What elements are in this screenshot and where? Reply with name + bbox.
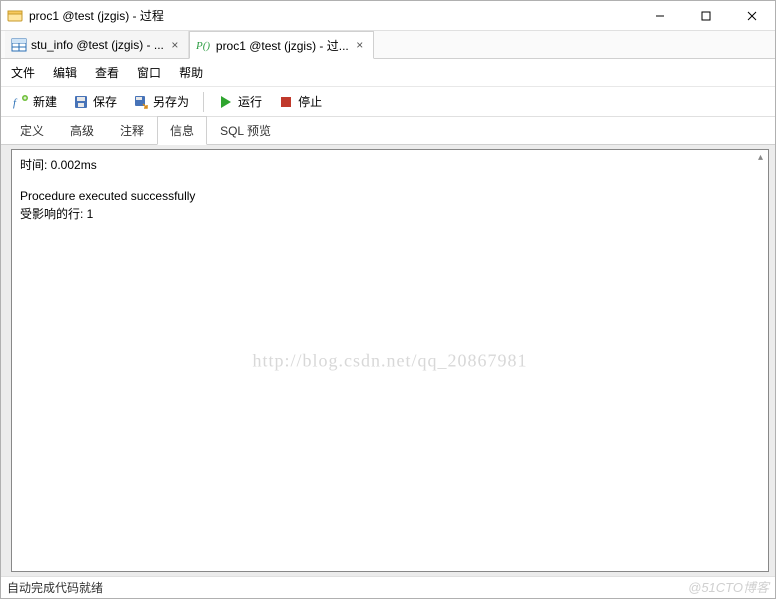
app-window: proc1 @test (jzgis) - 过程 stu_info @test … (0, 0, 776, 599)
save-icon (73, 94, 89, 110)
toolbar-label: 运行 (238, 93, 262, 110)
info-output[interactable]: ▴ 时间: 0.002ms Procedure executed success… (11, 149, 769, 572)
toolbar: f 新建 保存 另存为 运行 停止 (1, 87, 775, 117)
inner-tab-label: 定义 (20, 124, 44, 138)
output-line-rows: 受影响的行: 1 (20, 205, 760, 222)
menu-view[interactable]: 查看 (95, 64, 119, 81)
toolbar-label: 保存 (93, 93, 117, 110)
doc-tab-stu-info[interactable]: stu_info @test (jzgis) - ... × (5, 31, 189, 58)
watermark-center: http://blog.csdn.net/qq_20867981 (253, 350, 528, 371)
inner-tab-label: 高级 (70, 124, 94, 138)
close-button[interactable] (729, 1, 775, 31)
menu-file[interactable]: 文件 (11, 64, 35, 81)
statusbar: 自动完成代码就绪 @51CTO博客 (1, 576, 775, 598)
toolbar-label: 另存为 (153, 93, 189, 110)
content-area: ▴ 时间: 0.002ms Procedure executed success… (1, 145, 775, 576)
doc-tab-label: stu_info @test (jzgis) - ... (31, 38, 164, 52)
inner-tab-label: SQL 预览 (220, 124, 271, 138)
tab-close-icon[interactable]: × (168, 38, 182, 52)
output-line-success: Procedure executed successfully (20, 189, 760, 203)
menu-window[interactable]: 窗口 (137, 64, 161, 81)
watermark-bottom: @51CTO博客 (688, 577, 769, 596)
procedure-icon: P() (196, 37, 212, 53)
document-tabs: stu_info @test (jzgis) - ... × P() proc1… (1, 31, 775, 59)
inner-tabs: 定义 高级 注释 信息 SQL 预览 (1, 117, 775, 145)
stop-icon (278, 94, 294, 110)
scroll-up-icon[interactable]: ▴ (754, 151, 767, 164)
tab-close-icon[interactable]: × (353, 38, 367, 52)
tab-sql-preview[interactable]: SQL 预览 (207, 116, 284, 144)
svg-text:f: f (13, 97, 18, 109)
toolbar-separator (203, 92, 204, 112)
menu-help[interactable]: 帮助 (179, 64, 203, 81)
doc-tab-proc1[interactable]: P() proc1 @test (jzgis) - 过... × (189, 31, 374, 59)
function-new-icon: f (13, 94, 29, 110)
titlebar: proc1 @test (jzgis) - 过程 (1, 1, 775, 31)
status-text: 自动完成代码就绪 (7, 579, 103, 596)
play-icon (218, 94, 234, 110)
tab-comments[interactable]: 注释 (107, 116, 157, 144)
tab-definition[interactable]: 定义 (7, 116, 57, 144)
toolbar-label: 新建 (33, 93, 57, 110)
saveas-icon (133, 94, 149, 110)
toolbar-label: 停止 (298, 93, 322, 110)
new-button[interactable]: f 新建 (7, 91, 63, 112)
table-icon (11, 37, 27, 53)
output-line-time: 时间: 0.002ms (20, 156, 760, 173)
doc-tab-label: proc1 @test (jzgis) - 过... (216, 37, 349, 54)
minimize-button[interactable] (637, 1, 683, 31)
output-blank (20, 175, 760, 187)
menubar: 文件 编辑 查看 窗口 帮助 (1, 59, 775, 87)
menu-edit[interactable]: 编辑 (53, 64, 77, 81)
window-title: proc1 @test (jzgis) - 过程 (29, 7, 164, 24)
tab-advanced[interactable]: 高级 (57, 116, 107, 144)
run-button[interactable]: 运行 (212, 91, 268, 112)
inner-tab-label: 注释 (120, 124, 144, 138)
tab-info[interactable]: 信息 (157, 116, 207, 145)
svg-text:P(): P() (196, 40, 210, 52)
stop-button[interactable]: 停止 (272, 91, 328, 112)
saveas-button[interactable]: 另存为 (127, 91, 195, 112)
save-button[interactable]: 保存 (67, 91, 123, 112)
inner-tab-label: 信息 (170, 124, 194, 138)
maximize-button[interactable] (683, 1, 729, 31)
app-icon (7, 8, 23, 24)
